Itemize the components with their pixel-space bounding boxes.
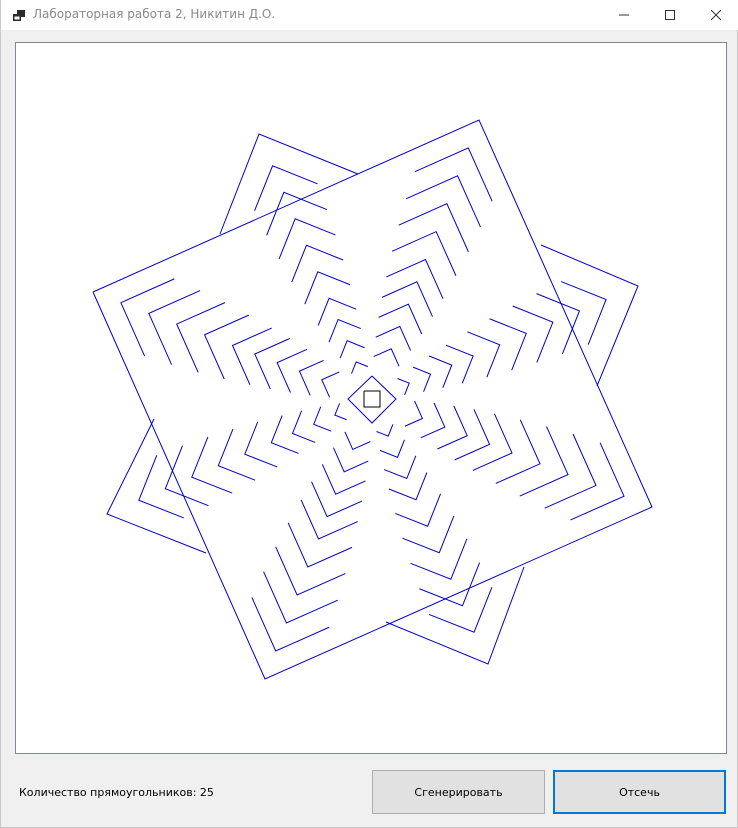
nested-bracket-b — [254, 165, 318, 211]
outer-square-b-corner — [219, 133, 359, 235]
nested-bracket-a — [373, 348, 400, 367]
minimize-icon — [619, 14, 629, 16]
nested-bracket-a — [176, 302, 226, 373]
nested-bracket-a — [231, 327, 272, 385]
nested-bracket-b — [536, 293, 581, 355]
nested-bracket-b — [339, 340, 365, 359]
nested-bracket-b — [489, 318, 527, 371]
nested-bracket-b — [244, 421, 278, 468]
nested-bracket-a — [287, 522, 353, 568]
nested-bracket-a — [275, 546, 346, 596]
nested-bracket-b — [419, 562, 481, 607]
nested-bracket-a — [454, 409, 491, 461]
outer-square-b-corner — [540, 244, 639, 387]
nested-bracket-a — [519, 426, 569, 497]
nested-bracket-a — [378, 303, 423, 335]
nested-bracket-b — [313, 406, 332, 432]
nested-bracket-b — [328, 318, 361, 343]
close-icon — [711, 10, 721, 20]
nested-bracket-b — [428, 587, 493, 633]
nested-bracket-a — [254, 338, 290, 390]
nested-bracket-b — [397, 378, 410, 396]
close-button[interactable] — [693, 0, 738, 30]
nested-bracket-b — [351, 361, 369, 374]
drawing-canvas — [15, 42, 727, 754]
nested-bracket-b — [428, 355, 453, 388]
nested-bracket-b — [217, 428, 256, 481]
nested-bracket-b — [334, 403, 347, 421]
minimize-button[interactable] — [601, 0, 647, 30]
nested-bracket-a — [420, 402, 446, 439]
nested-bracket-a — [321, 371, 340, 398]
nested-bracket-a — [251, 597, 330, 652]
nested-bracket-b — [383, 455, 417, 480]
nested-bracket-a — [344, 431, 371, 451]
title-bar[interactable]: Лабораторная работа 2, Никитин Д.О. — [1, 0, 738, 30]
outer-square-b-corner — [106, 418, 207, 554]
nested-bracket-a — [375, 325, 412, 351]
nested-bracket-a — [414, 147, 493, 202]
nested-bracket-a — [406, 175, 481, 228]
nested-bracket-b — [467, 331, 501, 378]
nested-bracket-a — [495, 419, 541, 484]
nested-bracket-b — [291, 244, 344, 283]
outer-square-a — [92, 119, 653, 680]
clip-button[interactable]: Отсечь — [553, 770, 726, 814]
nested-bracket-a — [391, 230, 457, 276]
nested-bracket-b — [412, 366, 432, 392]
nested-bracket-b — [395, 493, 441, 527]
app-window-icon — [12, 8, 26, 22]
nested-bracket-b — [164, 445, 209, 507]
nested-bracket-b — [376, 424, 394, 437]
nested-bracket-a — [321, 464, 366, 495]
nested-bracket-a — [404, 400, 424, 427]
nested-bracket-a — [570, 442, 625, 521]
nested-bracket-a — [276, 348, 308, 393]
nested-bracket-b — [138, 455, 185, 519]
nested-bracket-b — [291, 410, 316, 443]
rectangle-count-label: Количество прямоугольников: 25 — [19, 786, 214, 799]
nested-bracket-a — [544, 433, 597, 509]
main-window: Лабораторная работа 2, Никитин Д.О. Коли… — [0, 0, 738, 828]
center-diamond — [347, 375, 397, 424]
nested-bracket-a — [203, 314, 249, 380]
drawing-surface — [92, 119, 653, 680]
nested-bracket-b — [402, 515, 455, 554]
clip-window — [363, 390, 381, 408]
maximize-icon — [665, 10, 675, 20]
nested-bracket-a — [300, 499, 358, 540]
generate-button[interactable]: Сгенерировать — [372, 770, 545, 814]
nested-bracket-a — [120, 278, 175, 357]
nested-bracket-a — [381, 281, 433, 317]
nested-bracket-a — [437, 405, 468, 450]
nested-bracket-a — [298, 359, 324, 396]
nested-bracket-b — [379, 439, 405, 458]
maximize-button[interactable] — [647, 0, 693, 30]
nested-bracket-a — [148, 290, 201, 365]
nested-bracket-a — [398, 203, 469, 253]
nested-bracket-a — [472, 413, 513, 471]
nested-bracket-a — [311, 481, 363, 518]
window-title: Лабораторная работа 2, Никитин Д.О. — [33, 7, 276, 21]
nested-bracket-a — [263, 571, 338, 624]
nested-bracket-b — [266, 191, 328, 236]
nested-bracket-b — [560, 281, 607, 345]
nested-bracket-a — [386, 258, 444, 299]
nested-bracket-a — [333, 447, 369, 473]
nested-bracket-b — [304, 271, 351, 305]
